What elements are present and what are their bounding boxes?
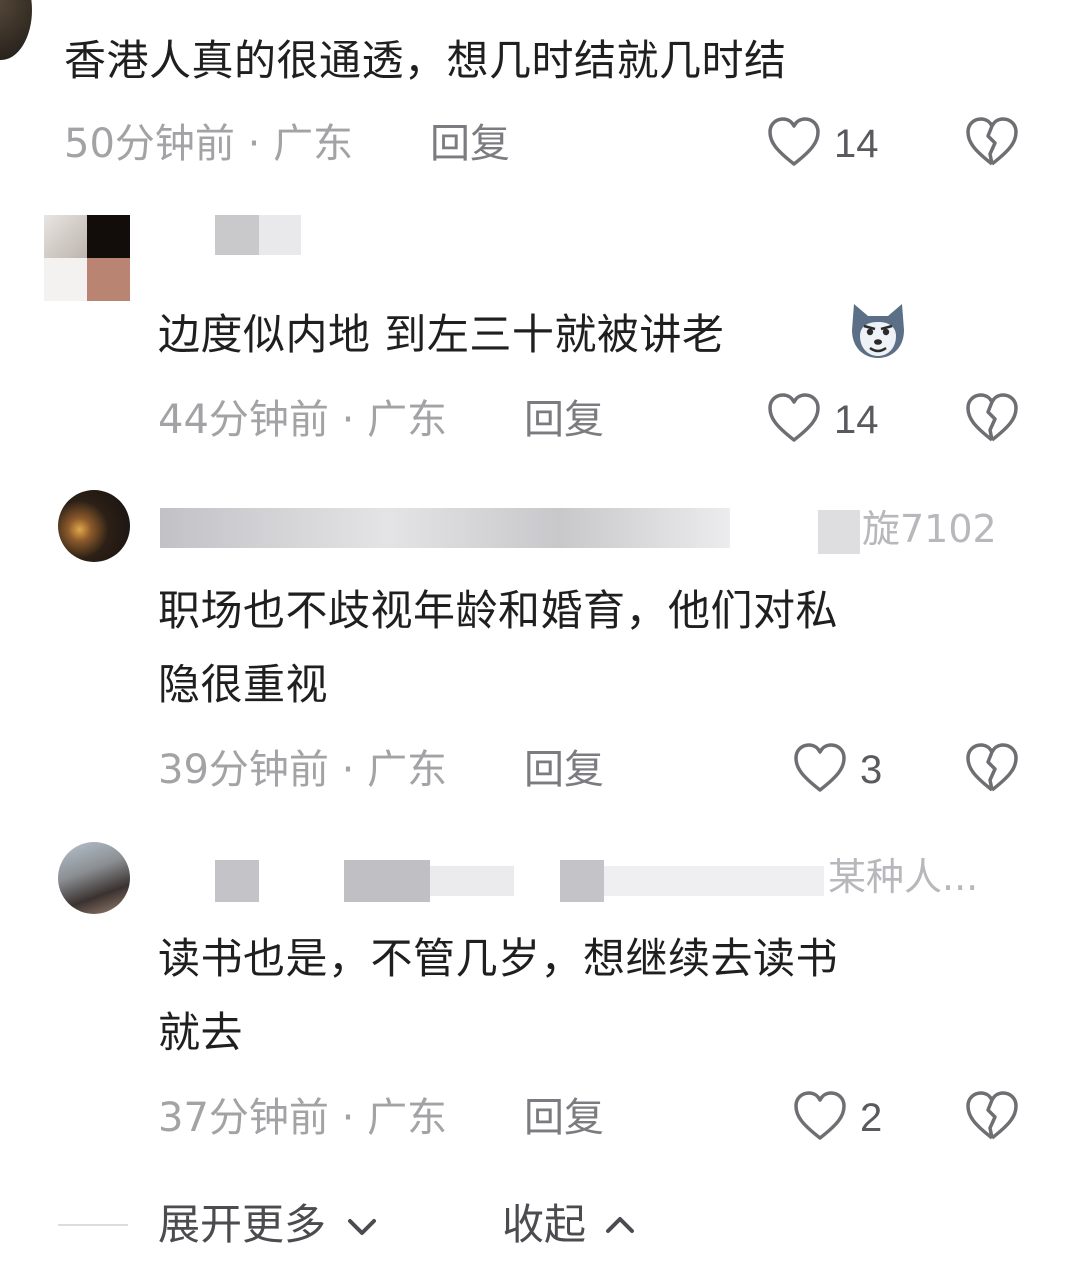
like-count: 3 — [860, 748, 883, 792]
reply-button[interactable]: 回复 — [524, 1098, 604, 1138]
reply-target-name[interactable]: 旋7102 — [862, 510, 997, 548]
reply-target-name[interactable]: 某种人... — [828, 858, 978, 896]
comment-location: 广东 — [367, 1095, 448, 1141]
comment-location: 广东 — [367, 397, 448, 443]
commenter-avatar[interactable] — [58, 490, 130, 562]
commenter-avatar[interactable] — [58, 842, 130, 914]
username-redacted — [818, 510, 860, 554]
username-redacted — [215, 215, 259, 255]
username-redacted — [430, 866, 514, 896]
comment-content: 职场也不歧视年龄和婚育，他们对私 — [158, 586, 839, 635]
like-count: 14 — [834, 122, 879, 166]
comment-location: 广东 — [367, 747, 448, 793]
dislike-broken-heart-icon[interactable] — [964, 742, 1020, 794]
username-redacted — [604, 866, 824, 896]
meta-separator: · — [341, 1095, 355, 1141]
like-heart-icon[interactable] — [792, 1090, 848, 1142]
like-heart-icon[interactable] — [766, 116, 822, 168]
meta-separator: · — [247, 121, 261, 167]
username-redacted — [560, 860, 604, 902]
comment-content: 隐很重视 — [158, 660, 329, 709]
like-heart-icon[interactable] — [792, 742, 848, 794]
comment-meta: 39分钟前 · 广东 — [158, 750, 447, 790]
commenter-avatar[interactable] — [44, 215, 130, 301]
collapse-label: 收起 — [502, 1200, 587, 1249]
reply-button[interactable]: 回复 — [430, 124, 510, 164]
username-redacted — [259, 215, 301, 255]
like-count: 2 — [860, 1096, 883, 1140]
username-redacted — [160, 508, 730, 548]
dislike-broken-heart-icon[interactable] — [964, 1090, 1020, 1142]
comment-time: 39分钟前 — [158, 747, 329, 793]
comment-content: 香港人真的很通透，想几时结就几时结 — [64, 36, 787, 85]
chevron-up-icon — [606, 1217, 634, 1233]
comment-time: 44分钟前 — [158, 397, 329, 443]
comment-time: 37分钟前 — [158, 1095, 329, 1141]
chevron-down-icon — [348, 1219, 376, 1235]
comment-time: 50分钟前 — [64, 121, 235, 167]
comment-content: 就去 — [158, 1008, 244, 1057]
comment-content: 读书也是，不管几岁，想继续去读书 — [158, 934, 839, 983]
footer-divider — [58, 1224, 128, 1226]
comment-meta: 37分钟前 · 广东 — [158, 1098, 447, 1138]
dislike-broken-heart-icon[interactable] — [964, 392, 1020, 444]
meta-separator: · — [341, 747, 355, 793]
comment-content: 边度似内地 到左三十就被讲老 — [158, 310, 725, 359]
comment-meta: 44分钟前 · 广东 — [158, 400, 447, 440]
wolf-emoji-icon — [852, 304, 904, 358]
meta-separator: · — [341, 397, 355, 443]
reply-button[interactable]: 回复 — [524, 400, 604, 440]
comment-location: 广东 — [273, 121, 354, 167]
expand-more-label: 展开更多 — [158, 1200, 327, 1249]
username-redacted — [215, 860, 259, 902]
commenter-avatar[interactable] — [0, 0, 32, 60]
dislike-broken-heart-icon[interactable] — [964, 116, 1020, 168]
username-redacted — [344, 860, 430, 902]
like-count: 14 — [834, 398, 879, 442]
comment-meta: 50分钟前 · 广东 — [64, 124, 353, 164]
like-heart-icon[interactable] — [766, 392, 822, 444]
reply-button[interactable]: 回复 — [524, 750, 604, 790]
